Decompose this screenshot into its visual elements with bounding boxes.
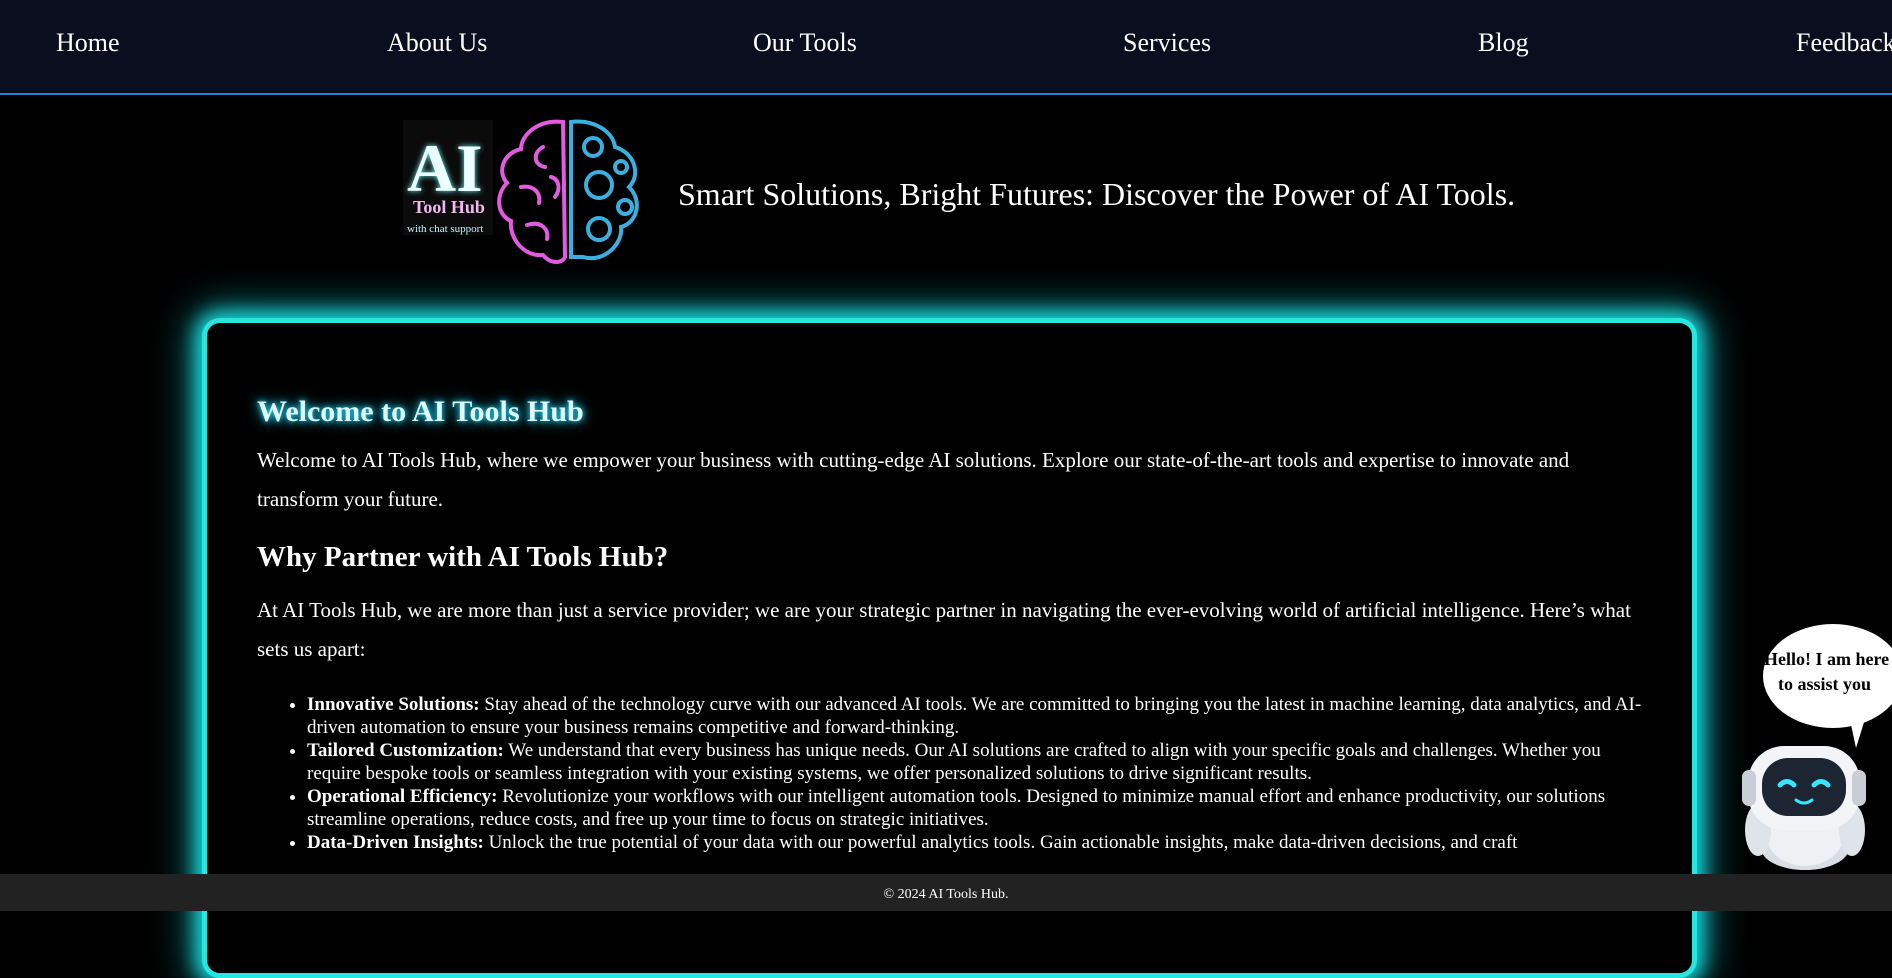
nav-feedback[interactable]: Feedback	[1796, 27, 1892, 59]
robot-icon: Hello! I am here to assist you	[1742, 624, 1892, 870]
site-logo[interactable]: AI Tool Hub with chat support	[403, 117, 648, 267]
feature-title: Tailored Customization:	[307, 740, 504, 761]
feature-text: Unlock the true potential of your data w…	[483, 832, 1518, 853]
top-nav: Home About Us Our Tools Services Blog Fe…	[0, 0, 1892, 95]
footer: © 2024 AI Tools Hub.	[0, 874, 1892, 911]
card-content: Welcome to AI Tools Hub Welcome to AI To…	[257, 393, 1652, 854]
nav-blog[interactable]: Blog	[1478, 27, 1529, 59]
feature-text: Stay ahead of the technology curve with …	[307, 694, 1642, 738]
feature-item: Data-Driven Insights: Unlock the true po…	[307, 831, 1652, 854]
feature-item: Operational Efficiency: Revolutionize yo…	[307, 785, 1652, 831]
svg-text:Tool Hub: Tool Hub	[413, 197, 485, 217]
bubble-line-2: to assist you	[1778, 674, 1871, 694]
nav-home[interactable]: Home	[56, 27, 120, 59]
feature-item: Tailored Customization: We understand th…	[307, 739, 1652, 785]
feature-list: Innovative Solutions: Stay ahead of the …	[257, 693, 1652, 854]
footer-copyright: © 2024 AI Tools Hub.	[883, 887, 1009, 902]
feature-title: Innovative Solutions:	[307, 694, 480, 715]
feature-title: Operational Efficiency:	[307, 786, 498, 807]
svg-text:AI: AI	[407, 130, 483, 206]
why-partner-heading: Why Partner with AI Tools Hub?	[257, 541, 669, 573]
nav-about-us[interactable]: About Us	[387, 27, 487, 59]
svg-text:with chat support: with chat support	[407, 223, 483, 235]
welcome-text: Welcome to AI Tools Hub, where we empowe…	[257, 448, 1570, 511]
logo-brain-icon: AI Tool Hub with chat support	[403, 119, 639, 264]
nav-our-tools[interactable]: Our Tools	[753, 27, 857, 59]
why-partner-text: At AI Tools Hub, we are more than just a…	[257, 598, 1631, 661]
robot-figure	[1742, 746, 1866, 870]
chatbot-widget[interactable]: Hello! I am here to assist you	[1738, 620, 1892, 870]
welcome-title: Welcome to AI Tools Hub	[257, 395, 584, 428]
feature-text: Revolutionize your workflows with our in…	[307, 786, 1606, 830]
bubble-line-1: Hello! I am here	[1764, 649, 1889, 669]
speech-bubble: Hello! I am here to assist you	[1763, 624, 1892, 748]
site-tagline: Smart Solutions, Bright Futures: Discove…	[678, 176, 1516, 212]
feature-item: Innovative Solutions: Stay ahead of the …	[307, 693, 1652, 739]
feature-title: Data-Driven Insights:	[307, 832, 484, 853]
nav-services[interactable]: Services	[1123, 27, 1211, 59]
